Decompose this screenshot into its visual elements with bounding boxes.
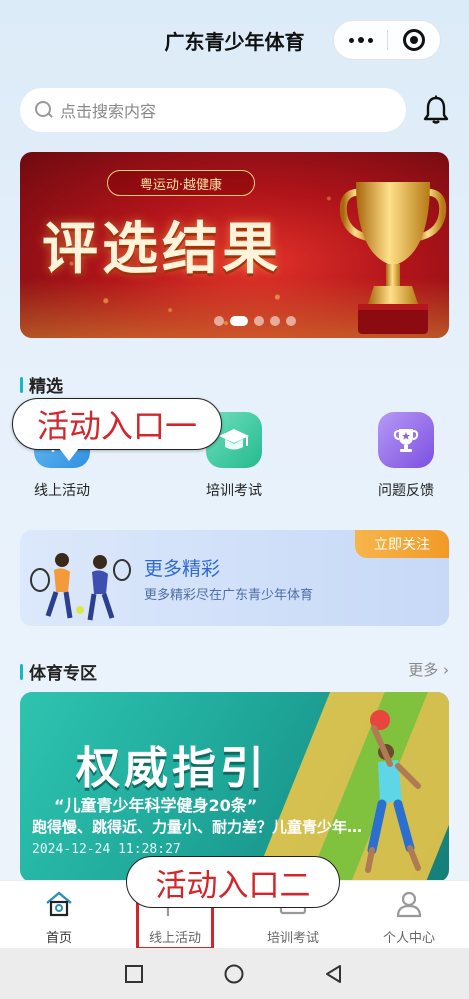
tennis-players-illustration [30, 553, 131, 621]
card-description: 跑得慢、跳得近、力量小、耐力差？儿童青少年… [32, 818, 363, 836]
mini-program-capsule [333, 20, 441, 60]
tab-label: 培训考试 [266, 931, 319, 946]
featured-section-title: 精选 [20, 372, 63, 397]
banner-slogan: 粤运动·越健康 [107, 170, 255, 196]
feature-feedback[interactable]: 问题反馈 [346, 412, 466, 500]
more-link[interactable]: 更多 › [408, 659, 449, 680]
trophy-icon [339, 182, 447, 334]
feature-label: 线上活动 [34, 483, 90, 499]
search-placeholder: 点击搜索内容 [60, 104, 157, 121]
annotation-entry-one: 活动入口一 [12, 398, 222, 461]
user-icon [396, 891, 422, 918]
trophy-feedback-icon [378, 412, 434, 468]
promo-card[interactable]: 更多精彩 更多精彩尽在广东青少年体育 立即关注 [20, 530, 449, 626]
volleyball-athlete-illustration [365, 710, 421, 873]
sports-article-card[interactable]: 权威指引 “儿童青少年科学健身20条” 跑得慢、跳得近、力量小、耐力差？儿童青少… [20, 692, 449, 882]
feature-label: 培训考试 [206, 483, 262, 499]
follow-button[interactable]: 立即关注 [355, 530, 449, 558]
home-icon [46, 891, 72, 917]
carousel-indicators [20, 316, 449, 326]
search-bar[interactable]: 点击搜索内容 [20, 88, 406, 132]
carousel-dot[interactable] [253, 316, 264, 326]
tab-profile[interactable]: 个人中心 [364, 889, 454, 946]
card-quote: “儿童青少年科学健身20条” [54, 796, 258, 815]
tab-home[interactable]: 首页 [14, 889, 104, 946]
carousel-dot[interactable] [269, 316, 280, 326]
promo-subtitle: 更多精彩尽在广东青少年体育 [144, 588, 314, 603]
chevron-right-icon: › [438, 661, 449, 679]
banner-carousel[interactable]: 粤运动·越健康 评选结果 [20, 152, 449, 338]
sports-section-title: 体育专区 [20, 659, 97, 684]
notification-bell-icon[interactable] [420, 94, 452, 126]
more-options-icon[interactable] [334, 20, 387, 60]
back-icon[interactable] [323, 963, 345, 985]
home-button-icon[interactable] [223, 963, 245, 985]
app-header: 广东青少年体育 [0, 0, 469, 80]
search-icon [34, 100, 54, 120]
close-program-icon[interactable] [388, 20, 440, 60]
feature-label: 问题反馈 [378, 483, 434, 499]
carousel-dot-active[interactable] [229, 316, 248, 326]
carousel-dot[interactable] [213, 316, 224, 326]
more-label: 更多 [408, 661, 439, 679]
carousel-dot[interactable] [285, 316, 296, 326]
card-headline: 权威指引 [76, 743, 268, 794]
tab-label: 个人中心 [382, 931, 435, 946]
tab-label: 首页 [45, 931, 72, 946]
banner-headline: 评选结果 [42, 217, 282, 282]
card-date: 2024-12-24 11:28:27 [32, 842, 181, 857]
system-navigation-bar [0, 948, 469, 999]
recent-apps-icon[interactable] [123, 963, 145, 985]
annotation-entry-two: 活动入口二 [126, 856, 340, 908]
promo-title: 更多精彩 [144, 558, 221, 580]
